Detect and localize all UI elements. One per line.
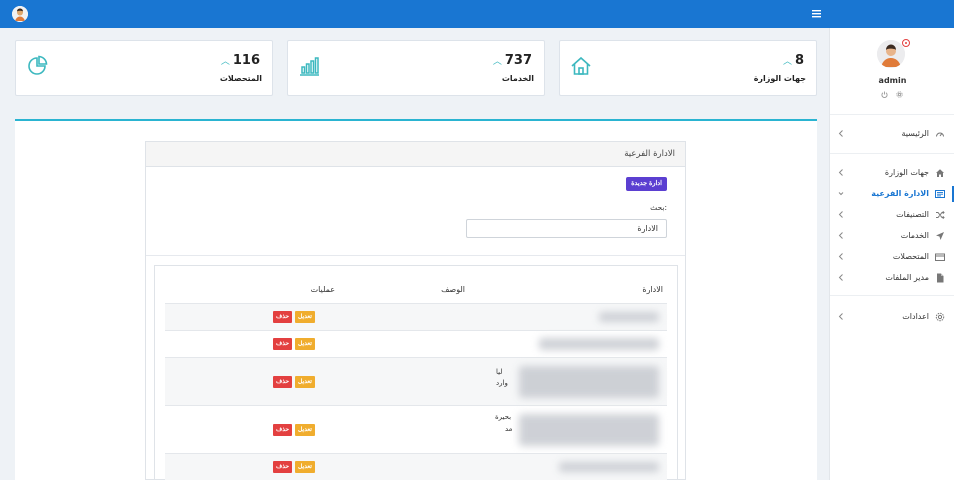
chevron-left-icon xyxy=(838,129,844,138)
panel-header: الادارة الفرعية xyxy=(146,142,685,167)
edit-button[interactable]: تعديل xyxy=(295,311,315,323)
sidebar-item-label: اعدادات xyxy=(902,312,929,321)
delete-button[interactable]: حذف xyxy=(273,338,293,350)
divider xyxy=(830,153,954,154)
credit-card-icon xyxy=(935,252,945,262)
column-header-department: الادارة xyxy=(642,285,663,294)
home-icon xyxy=(935,168,945,178)
edit-button[interactable]: تعديل xyxy=(295,461,315,473)
edit-button[interactable]: تعديل xyxy=(295,376,315,388)
search-label: بحث: xyxy=(650,203,667,212)
stats-cards: ︿ 116 المتحصلات ︿ 737 الخدمات ︿ 8 جهات الوز… xyxy=(15,40,817,96)
delete-button[interactable]: حذف xyxy=(273,376,293,388)
stat-label: الخدمات xyxy=(501,74,534,83)
record-icon[interactable] xyxy=(902,39,910,47)
user-avatar-icon[interactable] xyxy=(12,6,28,22)
bar-chart-icon xyxy=(298,55,320,77)
chevron-left-icon xyxy=(838,210,844,219)
description-line: مد xyxy=(505,425,513,433)
list-icon xyxy=(935,189,945,199)
table-row[interactable]: بحيرة مد تعديل حذف xyxy=(165,405,667,453)
description-line: بحيرة xyxy=(495,413,512,421)
table-row[interactable]: تعديل حذف xyxy=(165,303,667,330)
sidebar-item-label: التصنيفات xyxy=(896,210,929,219)
settings-icon xyxy=(935,312,945,322)
stat-value: ︿ 737 xyxy=(492,53,532,68)
table-row[interactable]: تعديل حذف xyxy=(165,453,667,480)
power-icon[interactable] xyxy=(881,91,888,98)
departments-table: الادارة الوصف عمليات تعديل حذف تعديل حذف… xyxy=(154,265,678,480)
send-icon xyxy=(935,231,945,241)
sidebar-item-label: الخدمات xyxy=(900,231,929,240)
search-input[interactable] xyxy=(466,219,667,238)
stat-card-collections[interactable]: ︿ 116 المتحصلات xyxy=(15,40,273,96)
sidebar-item-label: جهات الوزارة xyxy=(884,168,929,177)
sidebar-item-label: المتحصلات xyxy=(892,252,929,261)
top-navbar xyxy=(0,0,954,28)
sidebar-item-home[interactable]: الرئيسية xyxy=(830,126,954,142)
delete-button[interactable]: حذف xyxy=(273,461,293,473)
chevron-left-icon xyxy=(838,273,844,282)
dashboard-icon xyxy=(935,129,945,139)
user-name: admin xyxy=(878,76,907,85)
chevron-left-icon xyxy=(838,252,844,261)
hamburger-icon[interactable] xyxy=(812,9,821,18)
description-line: وارد xyxy=(496,379,508,387)
shuffle-icon xyxy=(935,210,945,220)
sidebar-item-settings[interactable]: اعدادات xyxy=(830,309,954,325)
file-icon xyxy=(935,273,945,283)
column-header-actions: عمليات xyxy=(310,285,335,294)
sidebar-item-file-manager[interactable]: مدير الملفات xyxy=(830,270,954,286)
edit-button[interactable]: تعديل xyxy=(295,424,315,436)
divider xyxy=(146,255,685,256)
gear-icon[interactable] xyxy=(896,91,903,98)
table-row[interactable]: ليا وارد تعديل حذف xyxy=(165,357,667,405)
user-avatar[interactable] xyxy=(877,40,905,68)
stat-card-ministry-entities[interactable]: ︿ 8 جهات الوزارة xyxy=(559,40,817,96)
column-header-description: الوصف xyxy=(441,285,465,294)
divider xyxy=(830,114,954,115)
redacted-text xyxy=(539,338,659,350)
stat-value: ︿ 116 xyxy=(220,53,260,68)
divider xyxy=(830,295,954,296)
redacted-text xyxy=(519,414,659,446)
table-row[interactable]: تعديل حذف xyxy=(165,330,667,357)
sidebar-item-services[interactable]: الخدمات xyxy=(830,228,954,244)
chevron-left-icon xyxy=(838,168,844,177)
chevron-down-icon xyxy=(838,189,844,198)
delete-button[interactable]: حذف xyxy=(273,424,293,436)
stat-value: ︿ 8 xyxy=(782,53,804,68)
sidebar-item-sub-department[interactable]: الادارة الفرعية xyxy=(830,186,954,202)
caret-up-icon: ︿ xyxy=(492,57,502,67)
home-icon xyxy=(570,55,592,77)
edit-button[interactable]: تعديل xyxy=(295,338,315,350)
sidebar-item-collections[interactable]: المتحصلات xyxy=(830,249,954,265)
stat-label: المتحصلات xyxy=(219,74,262,83)
redacted-text xyxy=(519,366,659,398)
sidebar-item-ministry-entities[interactable]: جهات الوزارة xyxy=(830,165,954,181)
sidebar-item-label: الادارة الفرعية xyxy=(871,189,929,198)
delete-button[interactable]: حذف xyxy=(273,311,293,323)
stat-card-services[interactable]: ︿ 737 الخدمات xyxy=(287,40,545,96)
stat-label: جهات الوزارة xyxy=(753,74,806,83)
caret-up-icon: ︿ xyxy=(220,57,230,67)
sidebar-item-label: مدير الملفات xyxy=(885,273,929,282)
redacted-text xyxy=(559,462,659,472)
sub-department-panel: الادارة الفرعية ادارة جديدة بحث: الادارة… xyxy=(145,141,686,480)
sidebar: admin الرئيسية جهات الوزارة الادارة الفر… xyxy=(829,28,954,480)
description-line: ليا xyxy=(496,368,503,376)
chevron-left-icon xyxy=(838,312,844,321)
sidebar-item-label: الرئيسية xyxy=(901,129,929,138)
redacted-text xyxy=(599,312,659,322)
pie-chart-icon xyxy=(26,55,48,77)
new-department-button[interactable]: ادارة جديدة xyxy=(626,177,667,191)
sidebar-item-categories[interactable]: التصنيفات xyxy=(830,207,954,223)
caret-up-icon: ︿ xyxy=(782,57,792,67)
chevron-left-icon xyxy=(838,231,844,240)
panel-title: الادارة الفرعية xyxy=(624,149,675,159)
